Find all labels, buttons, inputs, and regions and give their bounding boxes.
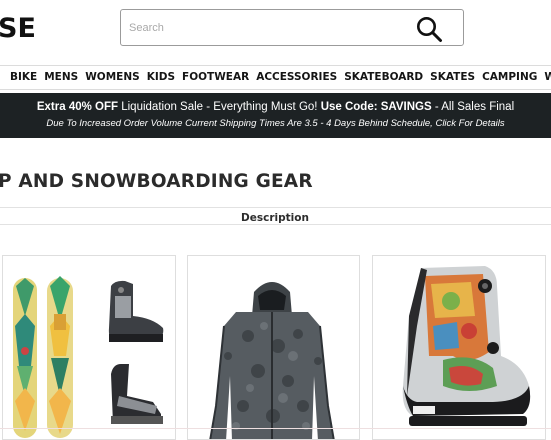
snowboard-package-image [13, 276, 164, 438]
description-bar: Description [0, 207, 551, 225]
shipping-notice[interactable]: Due To Increased Order Volume Current Sh… [0, 117, 551, 130]
nav-item-footwear[interactable]: FOOTWEAR [182, 66, 249, 89]
nav-item-kids[interactable]: KIDS [147, 66, 175, 89]
product-card[interactable] [2, 255, 176, 440]
promo-line: Extra 40% OFF Liquidation Sale - Everyth… [0, 100, 551, 114]
page-title: P AND SNOWBOARDING GEAR [0, 171, 313, 192]
main-nav: BIKE MENS WOMENS KIDS FOOTWEAR ACCESSORIES SKA… [0, 65, 551, 90]
snowboard-boot-image [402, 266, 531, 426]
product-card[interactable] [372, 255, 546, 440]
product-card[interactable] [187, 255, 360, 440]
nav-item-skates[interactable]: SKATES [430, 66, 475, 89]
nav-item-accessories[interactable]: ACCESSORIES [256, 66, 337, 89]
tab-description[interactable]: Description [241, 210, 309, 226]
search-box [120, 9, 464, 46]
nav-item-camping[interactable]: CAMPING [482, 66, 537, 89]
nav-item-mens[interactable]: MENS [44, 66, 78, 89]
jacket-image [209, 282, 335, 439]
nav-item-overflow[interactable]: WA [544, 66, 551, 89]
promo-offer: Extra 40% OFF [36, 101, 119, 113]
site-logo[interactable]: SE [0, 12, 36, 46]
nav-item-bike[interactable]: BIKE [10, 66, 37, 89]
nav-item-womens[interactable]: WOMENS [85, 66, 139, 89]
promo-text: Liquidation Sale - Everything Must Go! [121, 101, 318, 113]
search-icon[interactable] [415, 15, 443, 43]
promo-banner[interactable]: Extra 40% OFF Liquidation Sale - Everyth… [0, 93, 551, 138]
promo-code: Use Code: SAVINGS [320, 101, 432, 113]
divider-line [0, 428, 551, 429]
nav-item-skateboard[interactable]: SKATEBOARD [344, 66, 423, 89]
promo-final: - All Sales Final [434, 101, 515, 113]
search-input[interactable] [129, 10, 399, 45]
